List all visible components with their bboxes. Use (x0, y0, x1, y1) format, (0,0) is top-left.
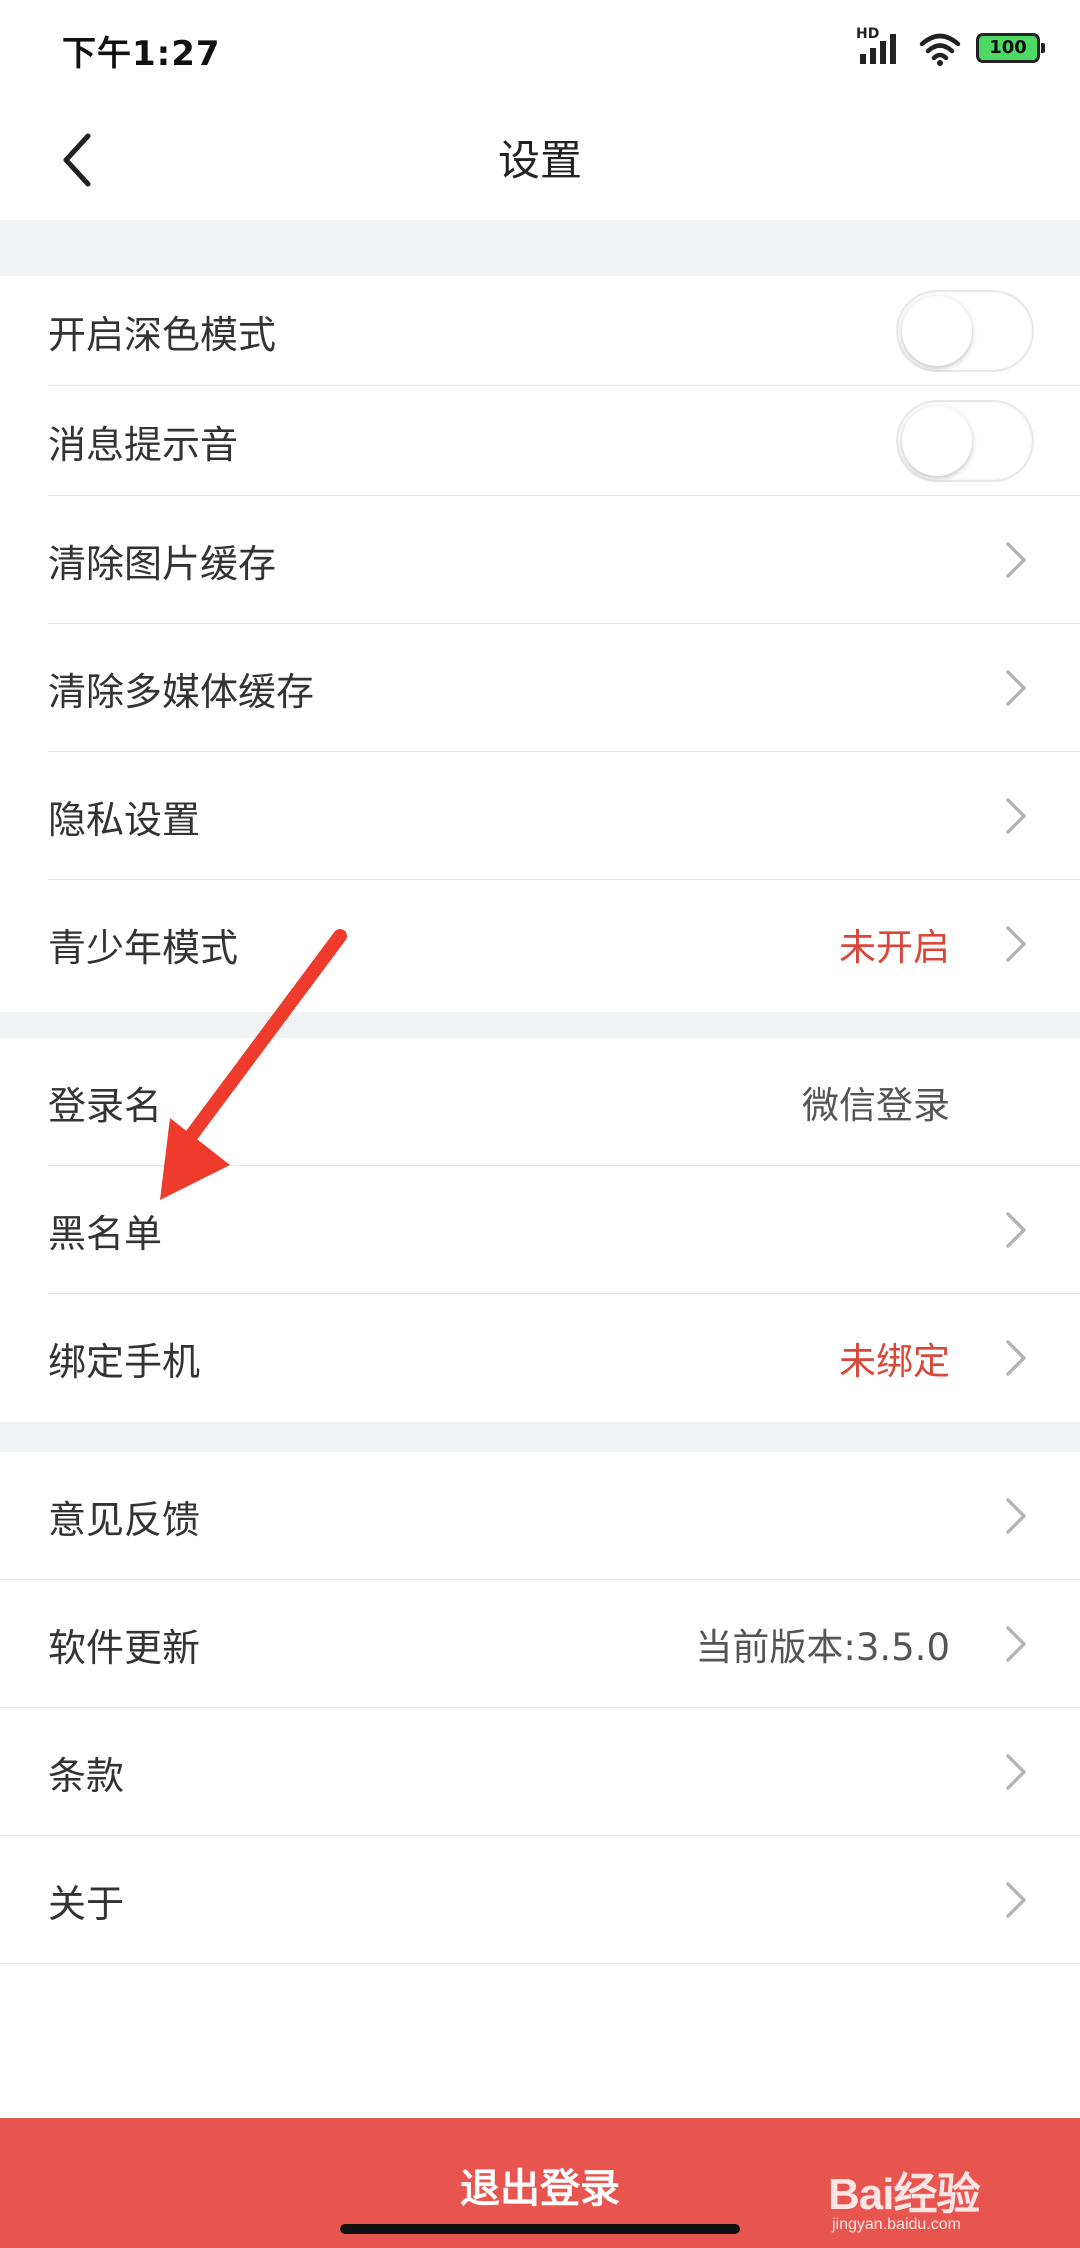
software-update-row[interactable]: 软件更新 当前版本:3.5.0 (0, 1580, 1080, 1708)
chevron-right-icon (996, 924, 1036, 964)
row-label: 清除多媒体缓存 (48, 669, 315, 714)
row-label: 软件更新 (48, 1625, 201, 1670)
chevron-right-icon (996, 1752, 1036, 1792)
settings-group-about: 意见反馈 软件更新 当前版本:3.5.0 条款 关于 (0, 1452, 1080, 1964)
status-icons: HD 100 (856, 26, 1045, 68)
bind-phone-status: 未绑定 (839, 1340, 950, 1383)
home-indicator (340, 2224, 740, 2234)
message-sound-row: 消息提示音 (0, 386, 1080, 496)
baidu-jingyan-watermark: Bai经验 jingyan.baidu.com (828, 2150, 1058, 2240)
about-row[interactable]: 关于 (0, 1836, 1080, 1964)
bind-phone-row[interactable]: 绑定手机 未绑定 (0, 1294, 1080, 1422)
chevron-right-icon (996, 668, 1036, 708)
terms-row[interactable]: 条款 (0, 1708, 1080, 1836)
chevron-right-icon (996, 1880, 1036, 1920)
login-name-row: 登录名 微信登录 (0, 1038, 1080, 1166)
page-title: 设置 (497, 136, 582, 185)
status-time: 下午1:27 (62, 34, 221, 74)
message-sound-toggle[interactable] (896, 400, 1034, 482)
row-label: 隐私设置 (48, 797, 201, 842)
settings-group-display: 开启深色模式 消息提示音 清除图片缓存 清除多媒体缓存 隐私设置 青少年模式 未… (0, 276, 1080, 1008)
dark-mode-toggle[interactable] (896, 290, 1034, 372)
settings-group-account: 登录名 微信登录 黑名单 绑定手机 未绑定 (0, 1038, 1080, 1422)
clear-media-cache-row[interactable]: 清除多媒体缓存 (0, 624, 1080, 752)
login-name-value: 微信登录 (802, 1084, 950, 1127)
status-bar: 下午1:27 HD 100 (0, 0, 1080, 95)
section-gap (0, 1012, 1080, 1038)
dark-mode-row: 开启深色模式 (0, 276, 1080, 386)
toggle-knob (902, 406, 972, 476)
chevron-right-icon (996, 1496, 1036, 1536)
watermark-text: Bai经验 (828, 2170, 980, 2219)
chevron-right-icon (996, 796, 1036, 836)
row-label: 意见反馈 (48, 1497, 201, 1542)
teen-mode-row[interactable]: 青少年模式 未开启 (0, 880, 1080, 1008)
wifi-icon (918, 30, 962, 66)
row-label: 条款 (48, 1753, 125, 1798)
teen-mode-status: 未开启 (839, 926, 950, 969)
clear-image-cache-row[interactable]: 清除图片缓存 (0, 496, 1080, 624)
row-label: 开启深色模式 (48, 312, 277, 357)
watermark-url: jingyan.baidu.com (832, 2216, 961, 2233)
row-label: 消息提示音 (48, 422, 239, 467)
current-version: 当前版本:3.5.0 (695, 1626, 950, 1669)
row-label: 关于 (48, 1881, 125, 1926)
battery-level: 100 (989, 37, 1027, 58)
section-gap (0, 220, 1080, 276)
battery-icon: 100 (976, 33, 1045, 63)
chevron-right-icon (996, 1624, 1036, 1664)
divider (0, 1963, 1080, 1964)
feedback-row[interactable]: 意见反馈 (0, 1452, 1080, 1580)
nav-bar: 设置 (0, 95, 1080, 220)
signal-icon: HD (856, 26, 904, 66)
chevron-right-icon (996, 1338, 1036, 1378)
blacklist-row[interactable]: 黑名单 (0, 1166, 1080, 1294)
toggle-knob (902, 296, 972, 366)
row-label: 黑名单 (48, 1211, 163, 1256)
section-gap (0, 1422, 1080, 1452)
row-label: 清除图片缓存 (48, 541, 277, 586)
chevron-right-icon (996, 540, 1036, 580)
row-label: 登录名 (48, 1083, 163, 1128)
section-gap (0, 1962, 1080, 2118)
chevron-right-icon (996, 1210, 1036, 1250)
privacy-settings-row[interactable]: 隐私设置 (0, 752, 1080, 880)
row-label: 青少年模式 (48, 925, 239, 970)
row-label: 绑定手机 (48, 1339, 201, 1384)
